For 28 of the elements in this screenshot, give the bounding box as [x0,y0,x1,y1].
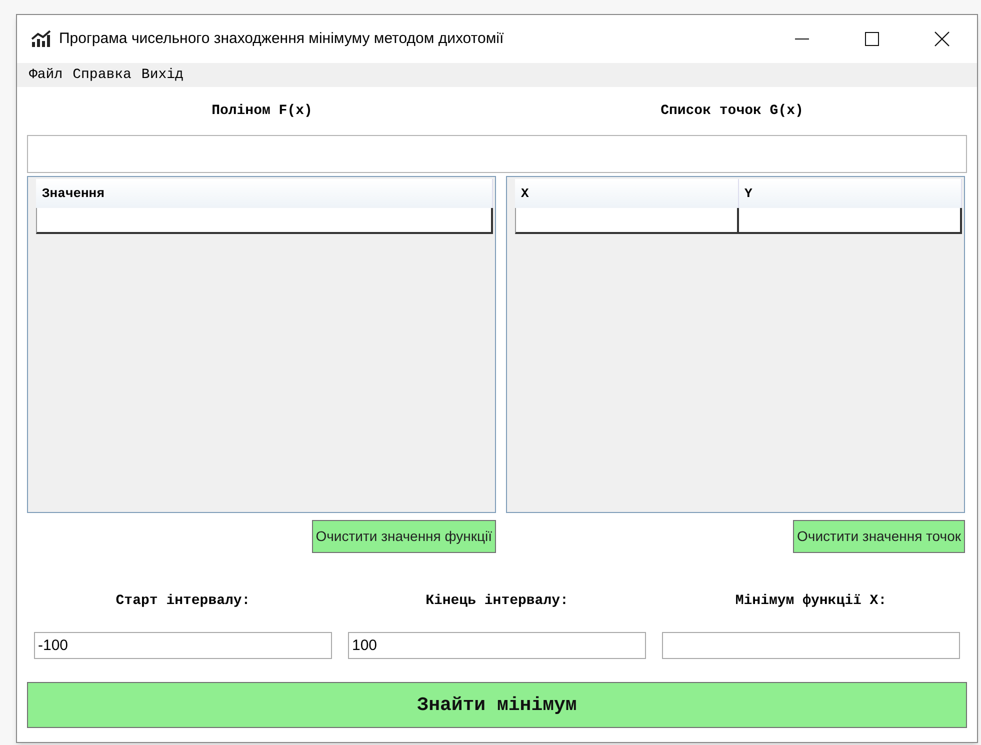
input-field[interactable]: -100 [34,632,332,659]
table-cell[interactable] [36,208,493,234]
chart-icon [31,30,53,48]
clear-button[interactable]: Очистити значення точок [793,520,965,553]
close-icon [934,31,950,47]
input-field[interactable]: 100 [348,632,646,659]
window-title: Програма чисельного знаходження мінімуму методом дихотомії [59,28,504,49]
menu-item[interactable]: Справка [68,64,136,86]
field-label: Мінімум функції X: [735,592,887,611]
maximize-icon [865,32,879,46]
column-header[interactable]: X [515,179,738,208]
polynomial-input-field[interactable] [27,135,967,173]
menu-item[interactable]: Файл [25,64,67,86]
field-label: Старт інтервалу: [116,592,250,611]
clear-button[interactable]: Очистити значення функції [312,520,496,553]
section-heading: Список точок G(x) [660,102,804,120]
data-grid[interactable]: X Y [506,176,965,513]
data-grid[interactable]: Значення [27,176,496,513]
section-heading: Поліном F(x) [212,102,312,120]
field-label: Кінець інтервалу: [426,592,568,611]
find-minimum-button[interactable]: Знайти мінімум [27,682,967,728]
table-cell[interactable] [739,208,962,234]
minimize-icon [795,38,809,40]
column-header[interactable]: Y [738,179,962,208]
column-header[interactable]: Значення [36,179,493,208]
table-cell[interactable] [515,208,739,234]
menu-item[interactable]: Вихід [137,64,188,86]
input-field[interactable] [662,632,960,659]
